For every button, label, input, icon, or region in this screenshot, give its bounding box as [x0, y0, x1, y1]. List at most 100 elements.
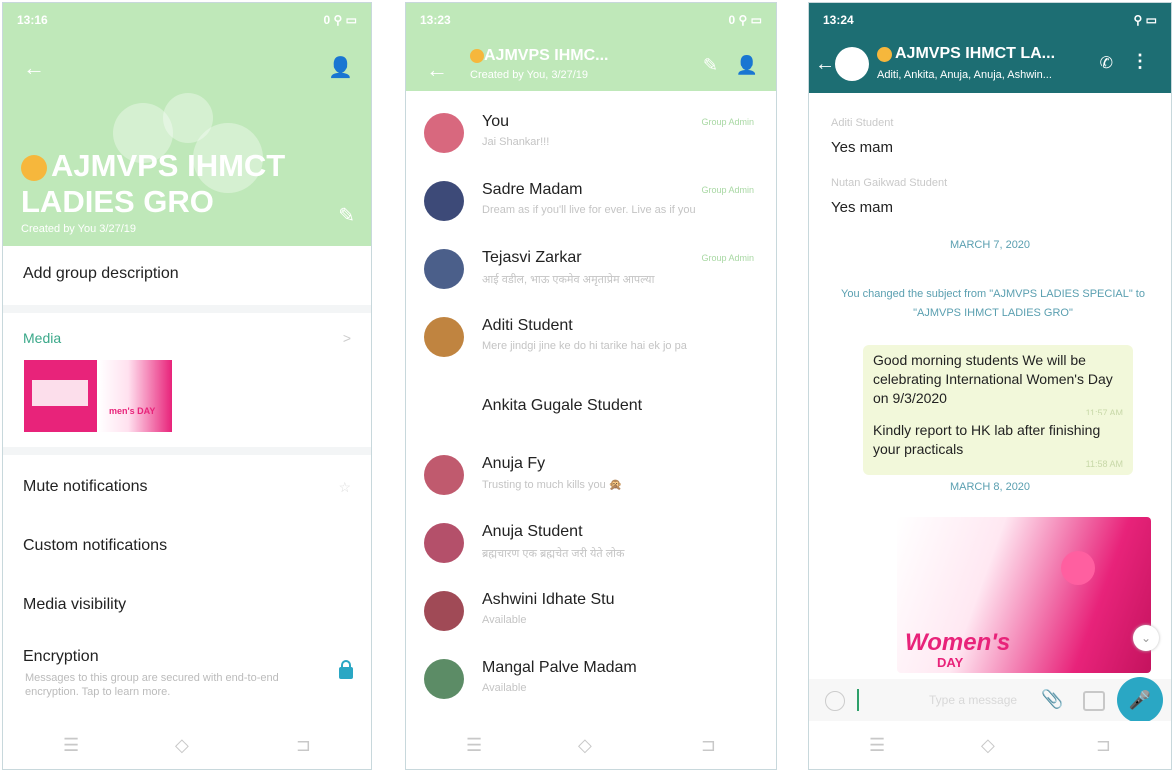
add-group-description[interactable]: Add group description: [23, 265, 179, 283]
group-name: AJMVPS IHMCT LADIES GRO: [21, 148, 286, 219]
home-icon[interactable]: ◇: [175, 735, 189, 756]
status-bar: 13:24 ⚲ ▭: [809, 3, 1171, 37]
avatar[interactable]: [424, 659, 464, 699]
avatar[interactable]: [424, 181, 464, 221]
participant-row[interactable]: Sadre Madam Dream as if you'll live for e…: [406, 171, 776, 239]
avatar[interactable]: [424, 249, 464, 289]
thumbnail-card: [32, 380, 88, 406]
mic-icon[interactable]: 🎤: [1117, 677, 1163, 723]
back-icon[interactable]: ⊐: [296, 735, 311, 756]
participant-row[interactable]: Anuja Student ब्रह्मचारण एक ब्रह्मचेत जरी…: [406, 513, 776, 581]
media-label[interactable]: Media: [23, 330, 61, 346]
media-visibility[interactable]: Media visibility: [23, 596, 126, 614]
admin-badge: Group Admin: [701, 185, 754, 195]
avatar[interactable]: [424, 591, 464, 631]
divider: [3, 447, 371, 455]
media-thumbnail[interactable]: [24, 360, 97, 432]
chat-title[interactable]: AJMVPS IHMCT LA...: [895, 45, 1055, 63]
avatar[interactable]: [424, 523, 464, 563]
encryption-subtitle: Messages to this group are secured with …: [25, 672, 279, 698]
participant-name: You: [482, 113, 509, 130]
participant-name: Tejasvi Zarkar: [482, 249, 582, 266]
image-text: Women's: [905, 629, 1011, 656]
date-divider: MARCH 8, 2020: [949, 481, 1031, 493]
toggle-icon[interactable]: ☆: [338, 479, 351, 496]
participant-status: Available: [482, 614, 527, 626]
chat-subtitle[interactable]: Aditi, Ankita, Anuja, Anuja, Ashwin...: [877, 69, 1052, 81]
home-icon[interactable]: ◇: [981, 735, 995, 756]
group-subtitle: Created by You, 3/27/19: [470, 69, 589, 81]
menu-icon[interactable]: ☰: [63, 735, 79, 756]
message-input[interactable]: Type a message: [929, 693, 1017, 707]
back-arrow-icon[interactable]: ←: [426, 57, 448, 83]
custom-notifications[interactable]: Custom notifications: [23, 537, 167, 555]
divider: [3, 305, 371, 313]
avatar[interactable]: [424, 113, 464, 153]
system-nav-bar: ☰ ◇ ⊐: [809, 721, 1171, 769]
edit-icon[interactable]: ✎: [703, 55, 718, 76]
avatar[interactable]: [424, 455, 464, 495]
admin-badge: Group Admin: [701, 253, 754, 263]
lock-icon: [339, 660, 353, 679]
participant-row[interactable]: Anuja Fy Trusting to much kills you 🙊: [406, 445, 776, 513]
admin-badge: Group Admin: [701, 117, 754, 127]
group-title: AJMVPS IHMC...: [470, 47, 608, 65]
mute-notifications[interactable]: Mute notifications: [23, 478, 148, 496]
participant-name: Anuja Fy: [482, 455, 546, 472]
status-time: 13:23: [420, 13, 451, 27]
participant-row[interactable]: You Jai Shankar!!! Group Admin: [406, 103, 776, 171]
encryption[interactable]: Encryption: [23, 648, 99, 666]
participant-status: Trusting to much kills you 🙊: [482, 479, 623, 491]
flower-icon: [1061, 551, 1095, 585]
back-icon[interactable]: ⊐: [701, 735, 716, 756]
status-bar: 13:16 0 ⚲ ▭: [3, 3, 371, 37]
participants-screen: 13:23 0 ⚲ ▭ ← AJMVPS IHMC... Created by …: [405, 2, 777, 770]
avatar[interactable]: [424, 317, 464, 357]
date-divider: MARCH 7, 2020: [949, 239, 1031, 251]
message-text[interactable]: Yes mam: [831, 139, 893, 156]
participant-name: Sadre Madam: [482, 181, 583, 198]
emoji-icon: [21, 154, 47, 181]
participant-row[interactable]: Mangal Palve Madam Available: [406, 649, 776, 717]
participant-row[interactable]: Ashwini Idhate Stu Available: [406, 581, 776, 649]
participant-row[interactable]: Aditi Student Mere jindgi jine ke do hi t…: [406, 307, 776, 375]
message-sender: Nutan Gaikwad Student: [831, 177, 948, 189]
menu-icon[interactable]: ☰: [466, 735, 482, 756]
system-message: You changed the subject from "AJMVPS LAD…: [841, 288, 1145, 319]
status-time: 13:16: [17, 13, 48, 27]
image-message[interactable]: Women's DAY: [897, 517, 1151, 673]
emoji-icon[interactable]: [825, 691, 845, 711]
add-call-icon[interactable]: ✆: [1100, 53, 1113, 73]
status-time: 13:24: [823, 13, 854, 27]
camera-icon[interactable]: [1083, 691, 1105, 711]
message-text[interactable]: Yes mam: [831, 199, 893, 216]
scroll-down-icon[interactable]: ⌄: [1133, 625, 1159, 651]
status-icons: ⚲ ▭: [1133, 13, 1157, 27]
edit-icon[interactable]: ✎: [338, 203, 355, 228]
participant-name: Anuja Student: [482, 523, 583, 540]
system-nav-bar: ☰ ◇ ⊐: [3, 721, 371, 769]
attach-icon[interactable]: 📎: [1041, 689, 1063, 710]
participant-status: Dream as if you'll live for ever. Live a…: [482, 204, 696, 216]
chevron-right-icon[interactable]: >: [343, 330, 351, 346]
home-icon[interactable]: ◇: [578, 735, 592, 756]
back-arrow-icon[interactable]: ←: [23, 55, 45, 81]
more-icon[interactable]: ⋮: [1131, 51, 1149, 72]
back-arrow-icon[interactable]: ←: [815, 53, 835, 76]
status-bar: 13:23 0 ⚲ ▭: [406, 3, 776, 37]
emoji-icon: [470, 48, 484, 63]
participant-row[interactable]: Tejasvi Zarkar आई वडील, भाऊ एकमेव अमृताप्…: [406, 239, 776, 307]
media-thumbnail[interactable]: men's DAY: [99, 360, 172, 432]
text-cursor: [857, 689, 859, 711]
add-participant-icon[interactable]: 👤: [328, 55, 353, 80]
group-avatar[interactable]: [835, 47, 869, 81]
participant-name: Ankita Gugale Student: [482, 397, 643, 414]
participant-status: आई वडील, भाऊ एकमेव अमृताप्रेम आपल्या: [482, 274, 655, 286]
outgoing-message[interactable]: Good morning students We will be celebra…: [863, 345, 1133, 424]
outgoing-message[interactable]: Kindly report to HK lab after finishing …: [863, 415, 1133, 475]
add-participant-icon[interactable]: 👤: [736, 55, 758, 76]
menu-icon[interactable]: ☰: [869, 735, 885, 756]
back-icon[interactable]: ⊐: [1096, 735, 1111, 756]
participant-name: Ashwini Idhate Stu: [482, 591, 615, 608]
participant-name: Mangal Palve Madam: [482, 659, 637, 676]
